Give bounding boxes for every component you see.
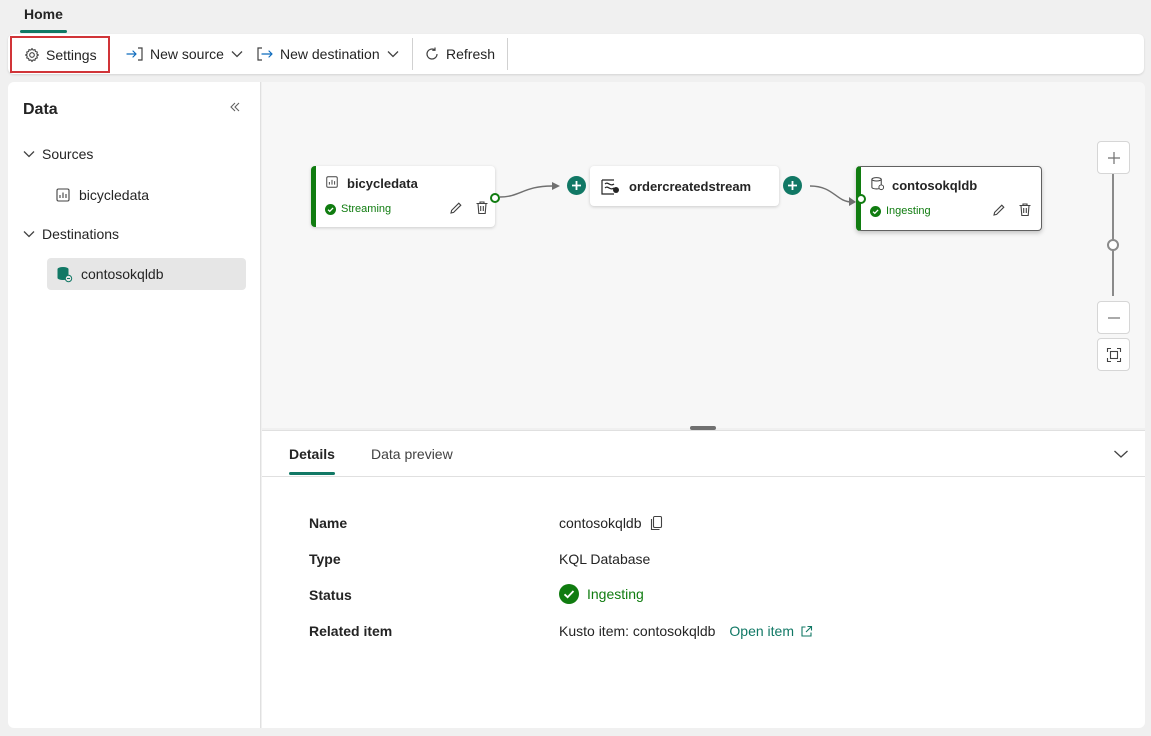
source-node-status: Streaming (325, 203, 391, 215)
source-item-bicycledata[interactable]: bicycledata (47, 179, 246, 211)
destination-node[interactable]: contosokqldb Ingesting (856, 166, 1042, 231)
status-label: Status (309, 587, 352, 603)
plus-icon (572, 181, 581, 190)
new-source-label: New source (150, 46, 224, 62)
details-panel: Details Data preview Name contosokqldb T… (262, 430, 1145, 728)
stream-node[interactable]: ordercreatedstream (590, 166, 779, 206)
new-destination-button[interactable]: New destination (248, 38, 408, 70)
status-value: Ingesting (559, 584, 644, 604)
check-circle-icon (325, 203, 336, 215)
external-link-icon (801, 625, 813, 637)
top-tab-strip: Home (0, 0, 1151, 34)
zoom-slider-track[interactable] (1112, 174, 1114, 296)
open-item-link[interactable]: Open item (729, 623, 813, 639)
destinations-group[interactable]: Destinations (22, 226, 119, 242)
chevron-down-icon (23, 151, 35, 158)
refresh-label: Refresh (446, 46, 496, 62)
add-operation-button[interactable] (567, 176, 586, 195)
sources-group[interactable]: Sources (22, 146, 93, 162)
chevron-down-icon[interactable] (1113, 447, 1129, 461)
tab-data-preview[interactable]: Data preview (371, 446, 453, 462)
sources-label: Sources (42, 146, 94, 162)
destination-status-label: Ingesting (886, 205, 931, 217)
delete-icon[interactable] (1018, 202, 1032, 217)
panel-title: Data (23, 101, 58, 118)
zoom-out-button[interactable] (1097, 301, 1130, 334)
refresh-icon (426, 47, 438, 60)
plus-icon (788, 181, 797, 190)
name-value: contosokqldb (559, 515, 664, 531)
toolbar-divider (412, 38, 413, 70)
gear-icon (25, 47, 39, 62)
chart-icon (56, 188, 70, 202)
chevron-down-icon (231, 51, 243, 58)
check-circle-icon (870, 205, 881, 217)
refresh-button[interactable]: Refresh (416, 38, 503, 70)
tab-details[interactable]: Details (289, 446, 335, 475)
destination-node-title: contosokqldb (892, 178, 978, 193)
related-item-value: Kusto item: contosokqldb Open item (559, 623, 813, 639)
source-node[interactable]: bicycledata Streaming (311, 166, 495, 227)
minus-icon (1107, 316, 1120, 319)
stream-node-title: ordercreatedstream (629, 179, 752, 194)
name-label: Name (309, 515, 348, 531)
destinations-label: Destinations (42, 226, 120, 242)
source-node-title: bicycledata (347, 176, 418, 191)
edit-icon[interactable] (449, 201, 463, 215)
kql-database-icon (57, 267, 73, 283)
flow-canvas[interactable]: bicycledata Streaming ordercreatedstream (262, 82, 1145, 428)
source-status-label: Streaming (341, 203, 392, 215)
chevron-down-icon (387, 51, 399, 58)
details-tabs: Details Data preview (262, 431, 1145, 477)
sign-out-icon (257, 47, 273, 61)
toolbar-divider (507, 38, 508, 70)
data-panel: Data Sources bicycledata Destinations co… (8, 82, 261, 728)
collapse-panel-icon[interactable] (228, 100, 242, 114)
source-item-label: bicycledata (79, 187, 150, 203)
status-text: Ingesting (587, 586, 644, 602)
settings-label: Settings (46, 46, 97, 63)
sign-in-icon (126, 47, 143, 61)
destination-item-contosokqldb[interactable]: contosokqldb (47, 258, 246, 290)
type-value: KQL Database (559, 551, 651, 567)
plus-icon (1107, 151, 1120, 164)
toolbar: Settings New source New destination Refr… (8, 34, 1144, 74)
tab-home[interactable]: Home (20, 4, 67, 33)
zoom-in-button[interactable] (1097, 141, 1130, 174)
type-label: Type (309, 551, 341, 567)
add-destination-button[interactable] (783, 176, 802, 195)
copy-icon[interactable] (650, 515, 664, 531)
chart-icon (326, 176, 338, 188)
check-circle-icon (559, 584, 579, 604)
open-item-label: Open item (729, 623, 795, 639)
eventstream-icon (601, 179, 619, 195)
related-item-text: Kusto item: contosokqldb (559, 623, 716, 639)
destination-node-status: Ingesting (870, 205, 931, 217)
destination-input-port[interactable] (856, 194, 866, 204)
related-item-label: Related item (309, 623, 393, 639)
zoom-slider-thumb[interactable] (1107, 239, 1119, 251)
chevron-down-icon (23, 231, 35, 238)
fit-to-screen-button[interactable] (1097, 338, 1130, 371)
destination-item-label: contosokqldb (81, 266, 164, 282)
fit-screen-icon (1106, 347, 1121, 362)
new-destination-label: New destination (280, 46, 380, 62)
settings-button[interactable]: Settings (10, 36, 110, 73)
name-text: contosokqldb (559, 515, 642, 531)
kql-database-icon (871, 177, 885, 191)
source-output-port[interactable] (490, 193, 500, 203)
flow-connectors (499, 182, 856, 206)
delete-icon[interactable] (475, 200, 489, 215)
edit-icon[interactable] (992, 203, 1006, 217)
new-source-button[interactable]: New source (118, 38, 252, 70)
